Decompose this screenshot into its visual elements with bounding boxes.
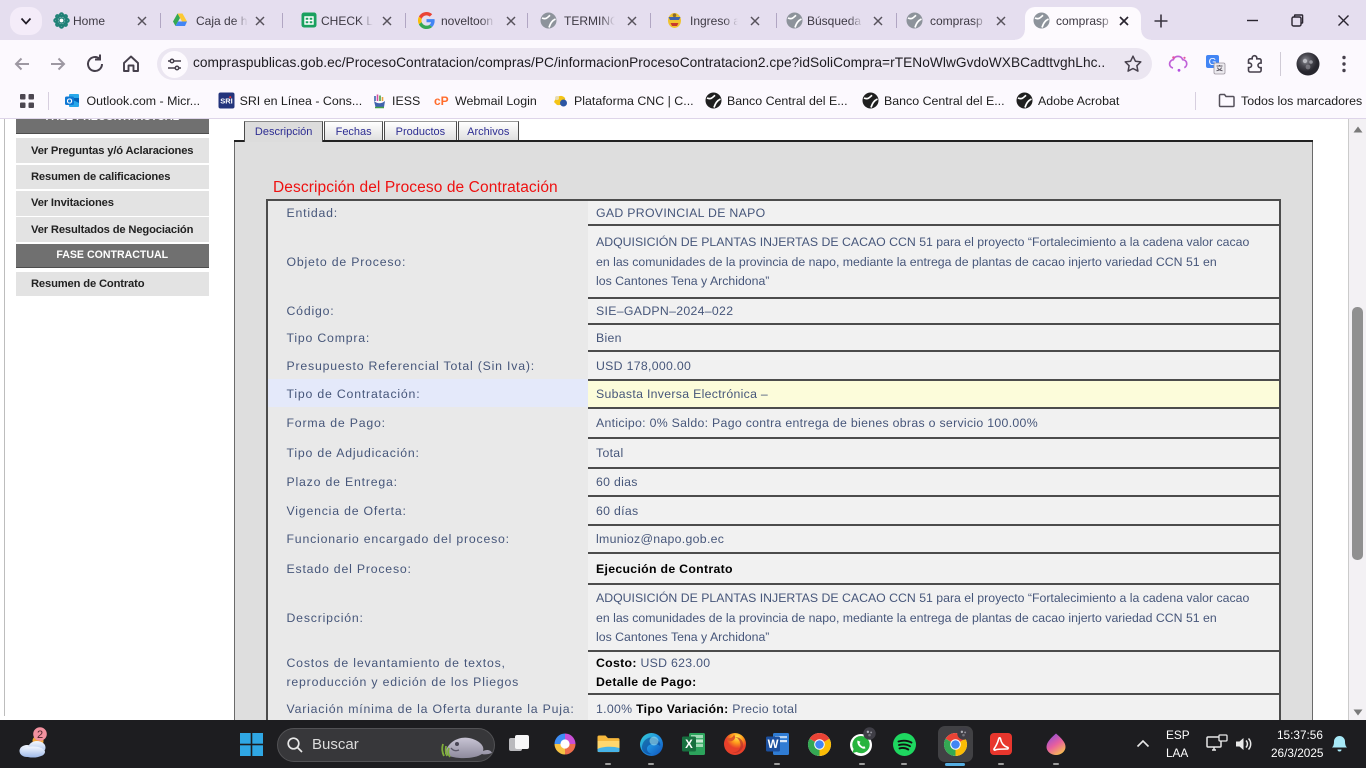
svg-text:cP: cP <box>434 94 449 108</box>
svg-text:2: 2 <box>37 729 43 741</box>
svg-text:O: O <box>67 97 73 106</box>
svg-text:W: W <box>768 739 779 751</box>
svg-text:X: X <box>685 739 693 751</box>
